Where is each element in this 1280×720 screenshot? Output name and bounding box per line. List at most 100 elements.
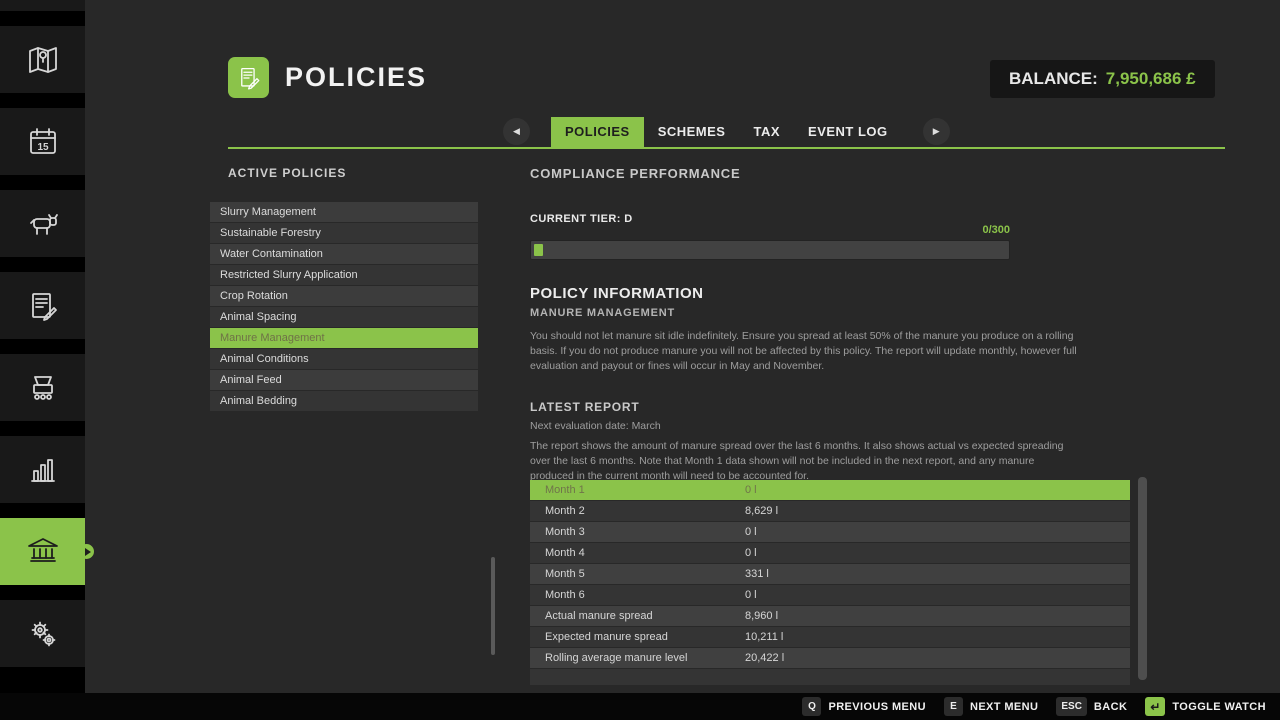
table-row-value: 0 l [745,480,757,500]
policy-list-item-label: Crop Rotation [220,290,288,302]
policies-app-icon [228,57,269,98]
bar-chart-icon [25,452,61,488]
table-row: Month 4 0 l [530,543,1130,563]
policy-list-item[interactable]: Animal Feed [210,370,478,390]
policy-list-item-label: Animal Bedding [220,395,297,407]
policy-list-item[interactable]: Water Contamination [210,244,478,264]
report-table: Month 1 0 l Month 2 8,629 l Month 3 0 l … [530,480,1130,685]
sidebar: 15 [0,0,85,693]
table-row-label: Actual manure spread [530,606,1130,626]
policy-list-item[interactable]: Manure Management [210,328,478,348]
table-row-label: Rolling average manure level [530,648,1130,668]
key-badge[interactable]: ↵ [1145,697,1165,716]
table-scrollbar-handle[interactable] [1138,477,1147,680]
footer-bar: Q PREVIOUS MENU E NEXT MENU ESC BACK ↵ T… [0,693,1280,720]
prev-tab-button[interactable]: ◀ [503,118,530,145]
table-row-label: Month 2 [530,501,1130,521]
balance-value: 7,950,686 £ [1106,69,1196,89]
policy-list-item-label: Animal Spacing [220,311,296,323]
sidebar-item-animals[interactable] [0,190,85,257]
sidebar-item-statistics[interactable] [0,436,85,503]
cow-icon [25,206,61,242]
document-pen-icon [236,65,262,91]
sidebar-item-newspaper[interactable] [0,272,85,339]
table-row: Actual manure spread 8,960 l [530,606,1130,626]
table-row [530,669,1130,685]
active-policies-list: Slurry Management Sustainable Forestry Wat… [210,202,478,412]
tab[interactable]: POLICIES [551,117,644,147]
active-policies-title: ACTIVE POLICIES [228,166,346,180]
content-scrollbar-handle[interactable] [491,557,495,655]
table-row: Rolling average manure level 20,422 l [530,648,1130,668]
key-hint: Q PREVIOUS MENU [802,697,926,716]
table-row: Expected manure spread 10,211 l [530,627,1130,647]
tab[interactable]: SCHEMES [644,117,740,147]
table-row: Month 5 331 l [530,564,1130,584]
sidebar-item-settings[interactable] [0,600,85,667]
tab-label: POLICIES [565,124,630,139]
arrow-right-icon: ▶ [933,127,940,137]
policy-description: You should not let manure sit idle indef… [530,329,1078,375]
key-badge[interactable]: Q [802,697,821,716]
policy-list-item[interactable]: Restricted Slurry Application [210,265,478,285]
policy-list-item[interactable]: Slurry Management [210,202,478,222]
page-title: POLICIES [285,62,427,93]
table-row-label: Month 5 [530,564,1130,584]
latest-report-title: LATEST REPORT [530,400,640,414]
sidebar-item-partial[interactable] [0,0,85,11]
tab[interactable]: EVENT LOG [794,117,902,147]
key-hint: ESC BACK [1056,697,1127,716]
policy-list-item[interactable]: Animal Spacing [210,307,478,327]
tab-label: EVENT LOG [808,124,888,139]
production-machine-icon [25,370,61,406]
policy-information-title: POLICY INFORMATION [530,285,703,302]
table-row-label: Month 4 [530,543,1130,563]
policy-list-item-label: Water Contamination [220,248,323,260]
policy-list-item[interactable]: Animal Conditions [210,349,478,369]
table-row-label: Month 1 [530,480,1130,500]
table-row-value: 8,629 l [745,501,778,521]
sidebar-item-calendar[interactable]: 15 [0,108,85,175]
report-description: The report shows the amount of manure sp… [530,439,1078,485]
key-hint-label: TOGGLE WATCH [1172,701,1266,713]
policy-list-item-label: Manure Management [220,332,325,344]
newspaper-icon [25,288,61,324]
key-badge[interactable]: E [944,697,963,716]
table-row: Month 6 0 l [530,585,1130,605]
key-hint-label: NEXT MENU [970,701,1038,713]
sidebar-item-production[interactable] [0,354,85,421]
policy-list-item-label: Animal Conditions [220,353,309,365]
policy-list-item-label: Sustainable Forestry [220,227,321,239]
table-row-value: 20,422 l [745,648,784,668]
policy-name: MANURE MANAGEMENT [530,307,675,319]
table-row-label: Expected manure spread [530,627,1130,647]
evaluation-date-note: Next evaluation date: March [530,420,661,432]
table-row-value: 8,960 l [745,606,778,626]
tab-bar: ◀ POLICIES SCHEMES TAX EVENT LOG ▶ [503,117,950,147]
sidebar-item-map[interactable] [0,26,85,93]
svg-text:15: 15 [37,142,49,153]
key-badge[interactable]: ESC [1056,697,1087,716]
table-row: Month 2 8,629 l [530,501,1130,521]
map-icon [25,42,61,78]
table-row-label: Month 3 [530,522,1130,542]
active-menu-pointer [79,544,94,559]
policy-list-item-label: Restricted Slurry Application [220,269,358,281]
table-row: Month 1 0 l [530,480,1130,500]
policy-list-item[interactable]: Crop Rotation [210,286,478,306]
next-tab-button[interactable]: ▶ [923,118,950,145]
key-hint: ↵ TOGGLE WATCH [1145,697,1266,716]
policy-list-item-label: Slurry Management [220,206,316,218]
balance-display: BALANCE: 7,950,686 £ [990,60,1215,98]
table-row-value: 331 l [745,564,769,584]
policy-list-item[interactable]: Sustainable Forestry [210,223,478,243]
tab-label: SCHEMES [658,124,726,139]
compliance-progress-fill [534,244,543,256]
gears-icon [25,616,61,652]
sidebar-item-government[interactable] [0,518,85,585]
table-row: Month 3 0 l [530,522,1130,542]
policy-list-item[interactable]: Animal Bedding [210,391,478,411]
table-row-value: 10,211 l [745,627,783,647]
key-hint-label: BACK [1094,701,1127,713]
tab[interactable]: TAX [739,117,794,147]
